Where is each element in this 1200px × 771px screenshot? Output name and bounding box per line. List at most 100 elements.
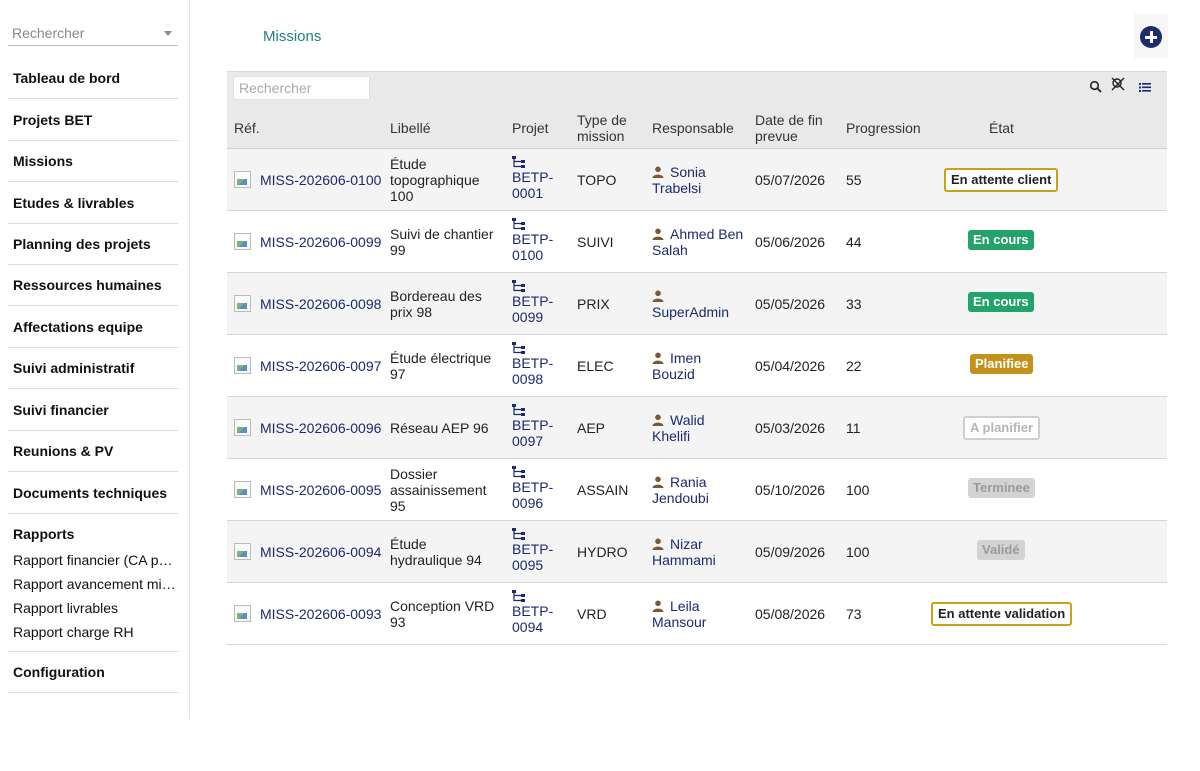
sidebar-subitem-rapport-charge-rh[interactable]: Rapport charge RH bbox=[13, 624, 178, 640]
plus-circle-icon[interactable] bbox=[1140, 26, 1162, 48]
project-ref-line: 0097 bbox=[512, 433, 544, 449]
mission-libelle: Suivi de chantier 99 bbox=[390, 226, 500, 258]
sidebar-item-tableau-de-bord[interactable]: Tableau de bord bbox=[8, 57, 178, 99]
list-view-icon[interactable] bbox=[1138, 80, 1152, 94]
thumbnail-image-icon bbox=[234, 605, 251, 622]
user-icon bbox=[652, 600, 664, 612]
mission-ref-link[interactable]: MISS-202606-0095 bbox=[260, 482, 381, 498]
project-link[interactable]: BETP- 0096 bbox=[512, 466, 553, 511]
progression-value: 73 bbox=[846, 606, 862, 622]
sidebar-item-documents-techniques[interactable]: Documents techniques bbox=[8, 472, 178, 514]
sidebar-item-planning[interactable]: Planning des projets bbox=[8, 223, 178, 265]
sidebar-item-ressources-humaines[interactable]: Ressources humaines bbox=[8, 264, 178, 306]
sidebar-search-select[interactable]: Rechercher bbox=[8, 22, 178, 46]
mission-ref-link[interactable]: MISS-202606-0094 bbox=[260, 544, 381, 560]
project-ref-line: BETP- bbox=[512, 355, 554, 371]
responsable-first-line: Nizar bbox=[670, 536, 703, 552]
sidebar-item-configuration[interactable]: Configuration bbox=[8, 651, 178, 693]
table-row: MISS-202606-0096 Réseau AEP 96 BETP- 0097 AE… bbox=[227, 397, 1167, 459]
responsable-link[interactable]: SuperAdmin bbox=[652, 288, 747, 320]
mission-ref-link[interactable]: MISS-202606-0099 bbox=[260, 234, 381, 250]
col-header-responsable[interactable]: Responsable bbox=[652, 120, 734, 136]
project-ref-line: BETP- bbox=[512, 603, 554, 619]
sidebar-item-reunions-pv[interactable]: Reunions & PV bbox=[8, 430, 178, 472]
sidebar-item-suivi-administratif[interactable]: Suivi administratif bbox=[8, 347, 178, 389]
table-row: MISS-202606-0094 Étude hydraulique 94 BETP-… bbox=[227, 521, 1167, 583]
col-header-libelle[interactable]: Libellé bbox=[390, 120, 430, 136]
project-link[interactable]: BETP- 0094 bbox=[512, 590, 553, 635]
sidebar-subitem-rapport-avancement[interactable]: Rapport avancement missions bbox=[13, 576, 178, 592]
table-row: MISS-202606-0093 Conception VRD 93 BETP- 009… bbox=[227, 583, 1167, 645]
thumbnail-image-icon bbox=[234, 543, 251, 560]
search-icon[interactable] bbox=[1089, 80, 1103, 94]
responsable-link[interactable]: Rania Jendoubi bbox=[652, 474, 747, 506]
col-header-projet[interactable]: Projet bbox=[512, 120, 549, 136]
responsable-first-line: Walid bbox=[670, 412, 705, 428]
progression-value: 100 bbox=[846, 544, 870, 560]
project-ref-line: 0100 bbox=[512, 247, 544, 263]
progression-value: 11 bbox=[846, 420, 861, 436]
status-badge: Validé bbox=[977, 540, 1025, 560]
user-icon bbox=[652, 414, 664, 426]
mission-ref-link[interactable]: MISS-202606-0096 bbox=[260, 420, 381, 436]
responsable-link[interactable]: Leila Mansour bbox=[652, 598, 747, 630]
responsable-second-line: Mansour bbox=[652, 614, 707, 630]
table-header: Rechercher Réf. Libellé Projet Type de m… bbox=[227, 71, 1167, 149]
responsable-link[interactable]: Sonia Trabelsi bbox=[652, 164, 747, 196]
user-icon bbox=[652, 166, 664, 178]
responsable-first-line: Rania bbox=[670, 474, 707, 490]
table-body: MISS-202606-0100 Étude topographique 100 BET… bbox=[227, 149, 1167, 645]
sidebar-item-etudes-livrables[interactable]: Etudes & livrables bbox=[8, 182, 178, 224]
responsable-link[interactable]: Nizar Hammami bbox=[652, 536, 747, 568]
mission-type: ASSAIN bbox=[577, 482, 629, 498]
responsable-link[interactable]: Imen Bouzid bbox=[652, 350, 747, 382]
mission-libelle: Étude électrique 97 bbox=[390, 350, 500, 382]
project-tree-icon bbox=[512, 590, 525, 602]
sidebar-subitem-rapport-livrables[interactable]: Rapport livrables bbox=[13, 600, 178, 616]
project-tree-icon bbox=[512, 156, 525, 168]
mission-libelle: Dossier assainissement 95 bbox=[390, 466, 500, 514]
col-header-type[interactable]: Type de mission bbox=[577, 112, 627, 144]
sidebar-subitem-rapport-financier[interactable]: Rapport financier (CA par projet) bbox=[13, 552, 178, 568]
responsable-second-line: Jendoubi bbox=[652, 490, 709, 506]
progression-value: 44 bbox=[846, 234, 862, 250]
mission-ref-link[interactable]: MISS-202606-0098 bbox=[260, 296, 381, 312]
sidebar-item-missions[interactable]: Missions bbox=[8, 140, 178, 182]
progression-value: 33 bbox=[846, 296, 862, 312]
chevron-down-icon bbox=[164, 31, 172, 36]
mission-libelle-line: assainissement bbox=[390, 482, 487, 498]
project-tree-icon bbox=[512, 466, 525, 478]
clear-filter-icon[interactable] bbox=[1111, 77, 1125, 91]
project-link[interactable]: BETP- 0001 bbox=[512, 156, 553, 201]
col-header-type-line2: mission bbox=[577, 128, 625, 144]
sidebar-item-projets-bet[interactable]: Projets BET bbox=[8, 99, 178, 141]
project-ref-line: 0096 bbox=[512, 495, 544, 511]
project-link[interactable]: BETP- 0095 bbox=[512, 528, 553, 573]
responsable-second-line: Salah bbox=[652, 242, 688, 258]
mission-type: AEP bbox=[577, 420, 606, 436]
project-link[interactable]: BETP- 0098 bbox=[512, 342, 553, 387]
mission-libelle-line: Étude bbox=[390, 536, 427, 552]
thumbnail-image-icon bbox=[234, 357, 251, 374]
sidebar-item-affectations-equipe[interactable]: Affectations equipe bbox=[8, 306, 178, 348]
mission-ref-link[interactable]: MISS-202606-0097 bbox=[260, 358, 381, 374]
mission-ref-link[interactable]: MISS-202606-0093 bbox=[260, 606, 381, 622]
date-fin-prevue: 05/05/2026 bbox=[755, 296, 826, 312]
responsable-link[interactable]: Walid Khelifi bbox=[652, 412, 747, 444]
col-header-progression[interactable]: Progression bbox=[846, 120, 921, 136]
status-badge: Planifiee bbox=[970, 354, 1034, 374]
col-header-date[interactable]: Date de fin prevue bbox=[755, 112, 823, 144]
sidebar-item-suivi-financier[interactable]: Suivi financier bbox=[8, 389, 178, 431]
date-fin-prevue: 05/08/2026 bbox=[755, 606, 826, 622]
sidebar-item-rapports[interactable]: Rapports bbox=[8, 513, 178, 555]
responsable-link[interactable]: Ahmed Ben Salah bbox=[652, 226, 747, 258]
project-link[interactable]: BETP- 0100 bbox=[512, 218, 553, 263]
project-link[interactable]: BETP- 0097 bbox=[512, 404, 553, 449]
project-link[interactable]: BETP- 0099 bbox=[512, 280, 553, 325]
mission-libelle: Étude hydraulique 94 bbox=[390, 536, 500, 568]
mission-type: VRD bbox=[577, 606, 607, 622]
col-header-etat[interactable]: État bbox=[989, 120, 1014, 136]
mission-ref-link[interactable]: MISS-202606-0100 bbox=[260, 172, 381, 188]
table-search-input[interactable]: Rechercher bbox=[233, 76, 370, 100]
col-header-ref[interactable]: Réf. bbox=[234, 120, 260, 136]
